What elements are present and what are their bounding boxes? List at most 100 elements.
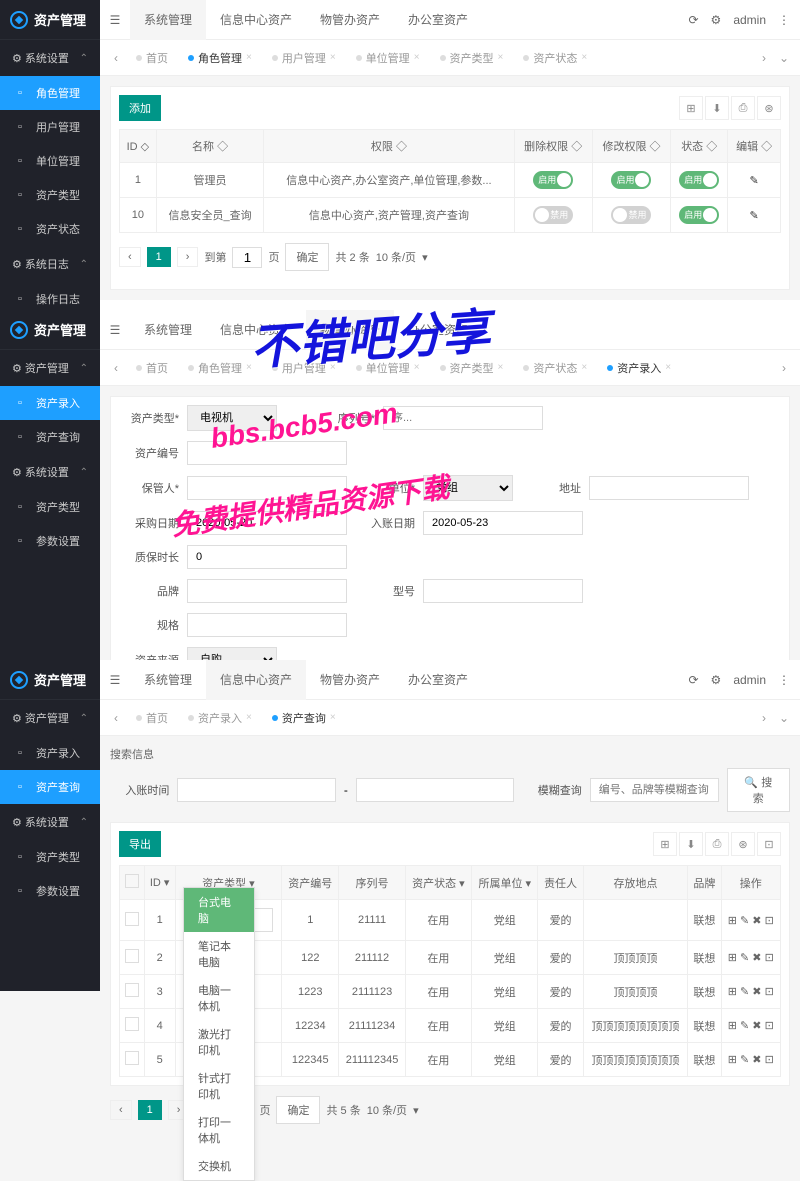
settings-icon[interactable]: ⊛ bbox=[731, 832, 755, 856]
more-icon[interactable]: ⋮ bbox=[778, 673, 790, 687]
column-header[interactable] bbox=[120, 866, 145, 900]
page-current[interactable]: 1 bbox=[147, 247, 171, 267]
dashboard-icon[interactable]: ⚙ bbox=[711, 673, 722, 687]
tab-menu-icon[interactable]: ⌄ bbox=[774, 711, 794, 725]
tab-item[interactable]: 资产类型× bbox=[430, 356, 514, 380]
toggle-switch[interactable]: 启用 bbox=[679, 206, 719, 224]
sidebar-item[interactable]: ▫资产查询 bbox=[0, 770, 100, 804]
column-header[interactable]: 资产状态 ▾ bbox=[405, 866, 471, 900]
topnav-item[interactable]: 物管办资产 bbox=[306, 660, 394, 700]
tab-item[interactable]: 单位管理× bbox=[346, 356, 430, 380]
column-header[interactable]: 权限 ◇ bbox=[264, 130, 514, 163]
dropdown-option[interactable]: 电脑一体机 bbox=[184, 976, 254, 1020]
sidebar-item[interactable]: ▫单位管理 bbox=[0, 144, 100, 178]
nav-group[interactable]: ⚙ 资产管理⌃ bbox=[0, 700, 100, 736]
toggle-switch[interactable]: 启用 bbox=[533, 171, 573, 189]
toggle-switch[interactable]: 启用 bbox=[611, 171, 651, 189]
tab-next-icon[interactable]: › bbox=[774, 361, 794, 375]
toggle-switch[interactable]: 启用 bbox=[679, 171, 719, 189]
tab-prev-icon[interactable]: ‹ bbox=[106, 361, 126, 375]
tab-item[interactable]: 用户管理× bbox=[262, 356, 346, 380]
column-header[interactable]: 所属单位 ▾ bbox=[472, 866, 538, 900]
row-checkbox[interactable] bbox=[125, 1051, 139, 1065]
topnav-item[interactable]: 物管办资产 bbox=[306, 310, 394, 350]
refresh-icon[interactable]: ⟳ bbox=[688, 673, 698, 687]
tab-item[interactable]: 首页 bbox=[126, 46, 178, 70]
tab-item[interactable]: 资产状态× bbox=[513, 46, 597, 70]
tab-item[interactable]: 角色管理× bbox=[178, 46, 262, 70]
nav-group[interactable]: ⚙ 系统设置⌃ bbox=[0, 804, 100, 840]
search-button[interactable]: 🔍 搜 索 bbox=[727, 768, 790, 812]
add-button[interactable]: 添加 bbox=[119, 95, 161, 121]
asset-type-select[interactable]: 电视机 bbox=[187, 405, 277, 431]
page-go-button[interactable]: 确定 bbox=[276, 1096, 320, 1124]
user-menu[interactable]: admin bbox=[733, 673, 766, 687]
page-prev[interactable]: ‹ bbox=[119, 247, 141, 267]
tab-item[interactable]: 资产查询× bbox=[262, 706, 346, 730]
refresh-icon[interactable]: ⟳ bbox=[688, 13, 698, 27]
row-checkbox[interactable] bbox=[125, 983, 139, 997]
column-header[interactable]: 品牌 bbox=[688, 866, 721, 900]
column-header[interactable]: 删除权限 ◇ bbox=[514, 130, 592, 163]
row-actions[interactable]: ⊞ ✎ ✖ ⊡ bbox=[728, 1020, 774, 1032]
entry-date-input[interactable] bbox=[423, 511, 583, 535]
page-next[interactable]: › bbox=[177, 247, 199, 267]
sidebar-item[interactable]: ▫资产录入 bbox=[0, 386, 100, 420]
dropdown-option[interactable]: 激光打印机 bbox=[184, 1020, 254, 1064]
page-prev[interactable]: ‹ bbox=[110, 1100, 132, 1120]
column-header[interactable]: 操作 bbox=[721, 866, 780, 900]
sidebar-item[interactable]: ▫资产状态 bbox=[0, 212, 100, 246]
topnav-item[interactable]: 办公室资产 bbox=[394, 0, 482, 40]
menu-toggle-icon[interactable]: ☰ bbox=[100, 673, 130, 687]
tab-item[interactable]: 首页 bbox=[126, 356, 178, 380]
row-actions[interactable]: ⊞ ✎ ✖ ⊡ bbox=[728, 1054, 774, 1066]
page-input[interactable] bbox=[232, 247, 262, 268]
warranty-input[interactable] bbox=[187, 545, 347, 569]
tab-prev-icon[interactable]: ‹ bbox=[106, 711, 126, 725]
topnav-item[interactable]: 系统管理 bbox=[130, 660, 206, 700]
sidebar-item[interactable]: ▫资产类型 bbox=[0, 490, 100, 524]
column-header[interactable]: 编辑 ◇ bbox=[728, 130, 781, 163]
nav-group[interactable]: ⚙ 资产管理⌃ bbox=[0, 350, 100, 386]
settings-icon[interactable]: ⊛ bbox=[757, 96, 781, 120]
dropdown-option[interactable]: 笔记本电脑 bbox=[184, 932, 254, 976]
sidebar-item[interactable]: ▫资产类型 bbox=[0, 840, 100, 874]
select-all-checkbox[interactable] bbox=[125, 874, 139, 888]
tab-menu-icon[interactable]: ⌄ bbox=[774, 51, 794, 65]
asset-type-dropdown[interactable]: 台式电脑笔记本电脑电脑一体机激光打印机针式打印机打印一体机交换机 bbox=[183, 887, 255, 1181]
tab-item[interactable]: 角色管理× bbox=[178, 356, 262, 380]
unit-select[interactable]: 党组 bbox=[423, 475, 513, 501]
tab-next-icon[interactable]: › bbox=[754, 711, 774, 725]
tab-item[interactable]: 资产类型× bbox=[430, 46, 514, 70]
tab-next-icon[interactable]: › bbox=[754, 51, 774, 65]
column-header[interactable]: 序列号 bbox=[339, 866, 405, 900]
toggle-switch[interactable]: 禁用 bbox=[611, 206, 651, 224]
asset-no-input[interactable] bbox=[187, 441, 347, 465]
topnav-item[interactable]: 物管办资产 bbox=[306, 0, 394, 40]
edit-icon[interactable]: ✎ bbox=[750, 175, 759, 187]
custodian-input[interactable] bbox=[187, 476, 347, 500]
tab-item[interactable]: 资产录入× bbox=[178, 706, 262, 730]
page-current[interactable]: 1 bbox=[138, 1100, 162, 1120]
search-time-input[interactable] bbox=[177, 778, 336, 802]
column-header[interactable]: ID ◇ bbox=[120, 130, 157, 163]
sidebar-item[interactable]: ▫用户管理 bbox=[0, 110, 100, 144]
page-go-button[interactable]: 确定 bbox=[285, 243, 329, 271]
dropdown-option[interactable]: 台式电脑 bbox=[184, 888, 254, 932]
tab-item[interactable]: 资产状态× bbox=[513, 356, 597, 380]
brand-input[interactable] bbox=[187, 579, 347, 603]
nav-group[interactable]: ⚙ 系统设置⌃ bbox=[0, 454, 100, 490]
topnav-item[interactable]: 办公室资产 bbox=[394, 310, 482, 350]
print-icon[interactable]: ⎙ bbox=[705, 832, 729, 856]
search-time-input-end[interactable] bbox=[356, 778, 515, 802]
nav-group[interactable]: ⚙ 系统设置⌃ bbox=[0, 40, 100, 76]
filter-icon[interactable]: ⊞ bbox=[653, 832, 677, 856]
tab-item[interactable]: 资产录入× bbox=[597, 356, 681, 380]
export-button[interactable]: 导出 bbox=[119, 831, 161, 857]
serial-input[interactable] bbox=[383, 406, 543, 430]
edit-icon[interactable]: ✎ bbox=[750, 210, 759, 222]
column-header[interactable]: 存放地点 bbox=[583, 866, 688, 900]
row-checkbox[interactable] bbox=[125, 1017, 139, 1031]
buy-date-input[interactable] bbox=[187, 511, 347, 535]
export-icon[interactable]: ⬇ bbox=[705, 96, 729, 120]
